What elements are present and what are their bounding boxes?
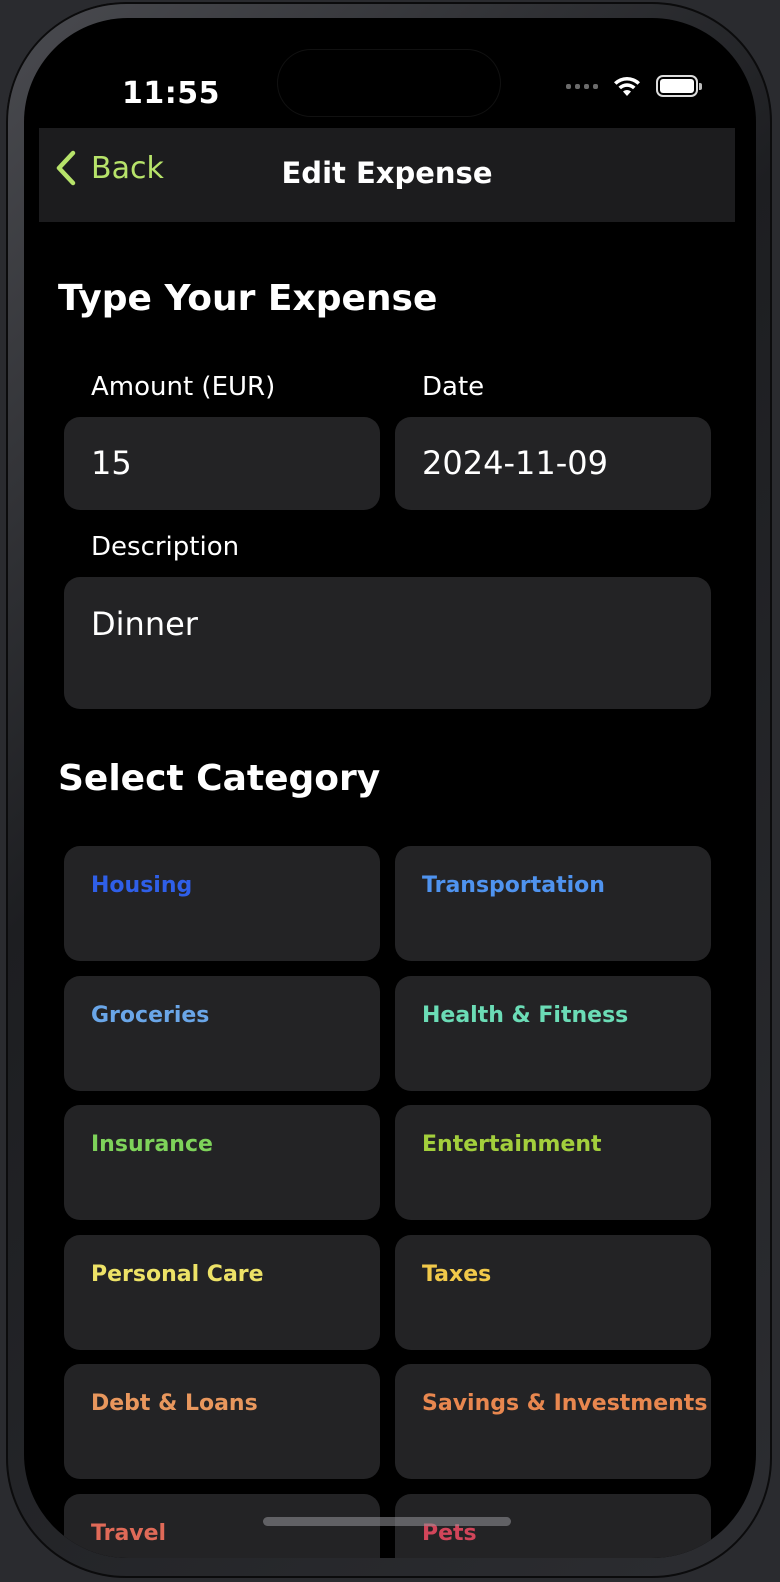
category-card-transportation[interactable]: Transportation — [395, 846, 711, 961]
page-title: Edit Expense — [281, 156, 493, 190]
description-label: Description — [91, 532, 240, 562]
category-card-health-and-fitness[interactable]: Health & Fitness — [395, 975, 711, 1091]
category-card-personal-care[interactable]: Personal Care — [64, 1234, 380, 1350]
status-icons — [566, 74, 702, 98]
category-label: Debt & Loans — [91, 1391, 258, 1416]
navigation-bar: Back Edit Expense — [39, 128, 735, 222]
date-value: 2024-11-09 — [422, 444, 608, 482]
wifi-icon — [614, 76, 640, 96]
description-value: Dinner — [91, 605, 198, 643]
category-card-insurance[interactable]: Insurance — [64, 1105, 380, 1220]
category-card-taxes[interactable]: Taxes — [395, 1234, 711, 1350]
category-label: Travel — [91, 1520, 167, 1546]
category-card-groceries[interactable]: Groceries — [64, 975, 380, 1091]
category-card-debt-and-loans[interactable]: Debt & Loans — [64, 1364, 380, 1479]
category-label: Transportation — [422, 873, 605, 898]
category-label: Taxes — [422, 1261, 492, 1287]
category-label: Groceries — [91, 1002, 210, 1028]
amount-field[interactable]: 15 — [64, 417, 380, 510]
category-label: Entertainment — [422, 1132, 602, 1157]
category-card-savings-and-investments[interactable]: Savings & Investments — [395, 1364, 711, 1479]
category-section-title: Select Category — [58, 758, 381, 799]
expense-section-title: Type Your Expense — [58, 278, 438, 319]
category-card-entertainment[interactable]: Entertainment — [395, 1105, 711, 1220]
category-label: Health & Fitness — [422, 1002, 629, 1028]
app-screen: 11:55 Back Edit Expense Type Your Expens… — [24, 18, 756, 1558]
category-card-housing[interactable]: Housing — [64, 846, 380, 961]
status-time: 11:55 — [122, 76, 220, 111]
date-field[interactable]: 2024-11-09 — [395, 417, 711, 510]
cellular-signal-icon — [566, 83, 598, 89]
dynamic-island — [278, 50, 500, 116]
category-label: Savings & Investments — [422, 1391, 708, 1416]
category-label: Housing — [91, 873, 193, 898]
date-label: Date — [422, 372, 485, 402]
amount-value: 15 — [91, 444, 132, 482]
category-label: Personal Care — [91, 1261, 264, 1287]
category-label: Insurance — [91, 1132, 213, 1157]
battery-icon — [656, 75, 702, 97]
home-indicator[interactable] — [263, 1517, 511, 1526]
amount-label: Amount (EUR) — [91, 372, 276, 402]
description-field[interactable]: Dinner — [64, 577, 711, 709]
